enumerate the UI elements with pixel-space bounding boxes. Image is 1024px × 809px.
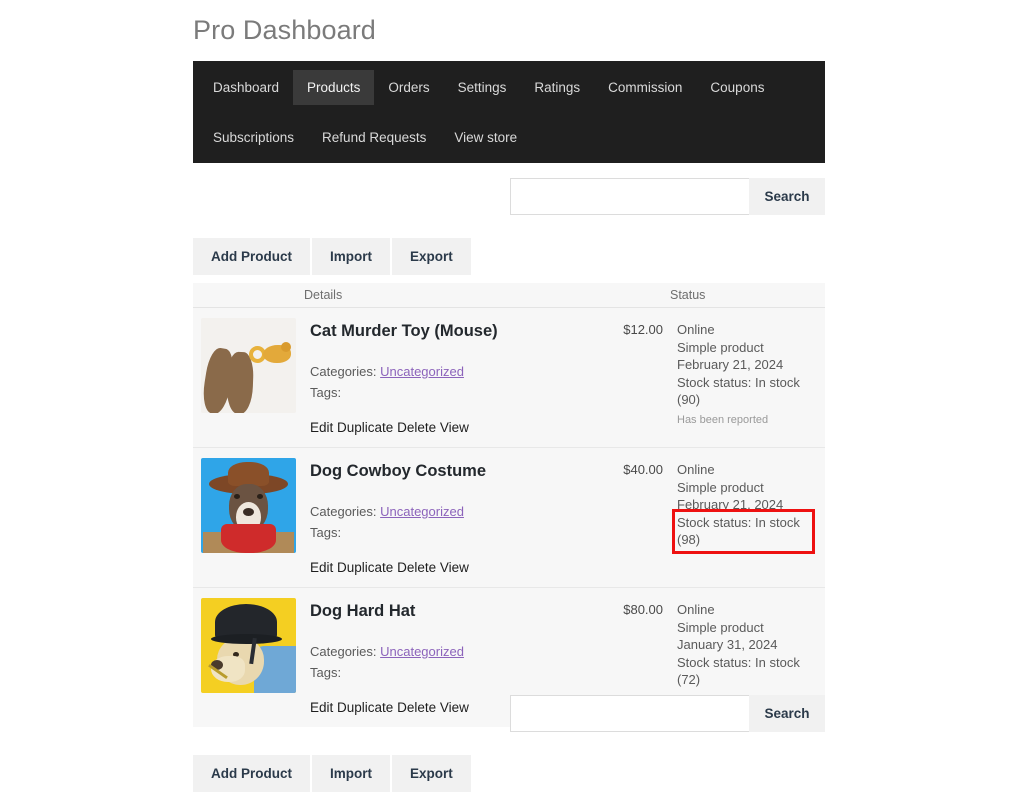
product-stock-status-highlighted: Stock status: In stock (98): [672, 508, 815, 554]
product-visibility: Online: [677, 322, 715, 337]
product-date: January 31, 2024: [677, 637, 778, 652]
import-button-top[interactable]: Import: [312, 238, 390, 275]
product-stock-status: Stock status: In stock (72): [677, 654, 800, 688]
reported-badge: Has been reported: [677, 413, 769, 426]
nav-row-secondary: Subscriptions Refund Requests View store: [193, 120, 825, 170]
search-bar-top: Search: [510, 178, 825, 215]
nav-item-subscriptions[interactable]: Subscriptions: [199, 120, 308, 155]
nav-item-products[interactable]: Products: [293, 70, 375, 105]
view-link[interactable]: View: [440, 420, 469, 435]
edit-link[interactable]: Edit: [310, 700, 333, 715]
products-table-header: Details Status: [193, 283, 825, 308]
product-thumbnail-cell: [193, 458, 304, 577]
edit-link[interactable]: Edit: [310, 560, 333, 575]
search-button-top[interactable]: Search: [749, 178, 825, 215]
duplicate-link[interactable]: Duplicate: [337, 560, 393, 575]
column-header-details: Details: [304, 288, 343, 302]
nav-item-orders[interactable]: Orders: [374, 70, 443, 105]
product-status: Online Simple product February 21, 2024 …: [667, 458, 825, 577]
product-price: $12.00: [623, 322, 663, 337]
table-row: Dog Cowboy Costume Categories: Uncategor…: [193, 448, 825, 588]
product-visibility: Online: [677, 462, 715, 477]
product-details: Cat Murder Toy (Mouse) Categories: Uncat…: [304, 318, 595, 437]
dog-hardhat-thumbnail[interactable]: [201, 598, 296, 693]
search-input-top[interactable]: [510, 178, 749, 215]
edit-link[interactable]: Edit: [310, 420, 333, 435]
cat-toy-thumbnail[interactable]: [201, 318, 296, 413]
view-link[interactable]: View: [440, 700, 469, 715]
product-visibility: Online: [677, 602, 715, 617]
product-tags-line: Tags:: [310, 522, 595, 543]
delete-link[interactable]: Delete: [397, 700, 436, 715]
dashboard-nav: Dashboard Products Orders Settings Ratin…: [193, 61, 825, 163]
import-button-bottom[interactable]: Import: [312, 755, 390, 792]
products-table: Details Status Cat Murder Toy (Mouse) Ca…: [193, 283, 825, 727]
add-product-button-bottom[interactable]: Add Product: [193, 755, 310, 792]
search-button-bottom[interactable]: Search: [749, 695, 825, 732]
product-tags-line: Tags:: [310, 382, 595, 403]
product-categories-line: Categories: Uncategorized: [310, 501, 595, 522]
product-status: Online Simple product February 21, 2024 …: [667, 318, 825, 437]
search-input-bottom[interactable]: [510, 695, 749, 732]
product-row-actions: Edit Duplicate Delete View: [310, 419, 595, 437]
nav-item-dashboard[interactable]: Dashboard: [199, 70, 293, 105]
export-button-bottom[interactable]: Export: [392, 755, 471, 792]
product-date: February 21, 2024: [677, 357, 784, 372]
nav-item-refund-requests[interactable]: Refund Requests: [308, 120, 440, 155]
nav-item-settings[interactable]: Settings: [444, 70, 521, 105]
delete-link[interactable]: Delete: [397, 420, 436, 435]
category-link[interactable]: Uncategorized: [380, 644, 464, 659]
category-link[interactable]: Uncategorized: [380, 504, 464, 519]
product-tags-line: Tags:: [310, 662, 595, 683]
nav-item-view-store[interactable]: View store: [440, 120, 531, 155]
search-bar-bottom: Search: [510, 695, 825, 732]
product-meta: Categories: Uncategorized Tags:: [310, 501, 595, 543]
product-meta: Categories: Uncategorized Tags:: [310, 641, 595, 683]
product-type: Simple product: [677, 339, 764, 355]
tags-label: Tags:: [310, 385, 342, 400]
duplicate-link[interactable]: Duplicate: [337, 420, 393, 435]
product-meta: Categories: Uncategorized Tags:: [310, 361, 595, 403]
export-button-top[interactable]: Export: [392, 238, 471, 275]
tags-label: Tags:: [310, 665, 342, 680]
tags-label: Tags:: [310, 525, 342, 540]
nav-row-primary: Dashboard Products Orders Settings Ratin…: [193, 70, 825, 120]
pro-dashboard-page: Pro Dashboard Dashboard Products Orders …: [0, 0, 1024, 809]
categories-label: Categories:: [310, 364, 377, 379]
product-details: Dog Cowboy Costume Categories: Uncategor…: [304, 458, 595, 577]
product-type: Simple product: [677, 479, 764, 495]
product-stock-status: Stock status: In stock (90): [677, 374, 800, 408]
product-date: February 21, 2024: [677, 497, 784, 512]
toolbar-top: Add Product Import Export: [193, 238, 471, 275]
product-categories-line: Categories: Uncategorized: [310, 361, 595, 382]
dog-cowboy-thumbnail[interactable]: [201, 458, 296, 553]
product-title[interactable]: Dog Hard Hat: [310, 600, 595, 622]
view-link[interactable]: View: [440, 560, 469, 575]
product-thumbnail-cell: [193, 598, 304, 717]
column-header-status: Status: [670, 288, 706, 302]
page-title: Pro Dashboard: [193, 15, 376, 45]
nav-item-coupons[interactable]: Coupons: [696, 70, 778, 105]
product-type: Simple product: [677, 619, 764, 635]
categories-label: Categories:: [310, 644, 377, 659]
product-title[interactable]: Dog Cowboy Costume: [310, 460, 595, 482]
product-categories-line: Categories: Uncategorized: [310, 641, 595, 662]
categories-label: Categories:: [310, 504, 377, 519]
product-title[interactable]: Cat Murder Toy (Mouse): [310, 320, 595, 342]
nav-item-commission[interactable]: Commission: [594, 70, 696, 105]
product-price: $40.00: [623, 462, 663, 477]
category-link[interactable]: Uncategorized: [380, 364, 464, 379]
nav-item-ratings[interactable]: Ratings: [520, 70, 594, 105]
product-row-actions: Edit Duplicate Delete View: [310, 559, 595, 577]
delete-link[interactable]: Delete: [397, 560, 436, 575]
table-row: Cat Murder Toy (Mouse) Categories: Uncat…: [193, 308, 825, 448]
product-thumbnail-cell: [193, 318, 304, 437]
toolbar-bottom: Add Product Import Export: [193, 755, 471, 792]
duplicate-link[interactable]: Duplicate: [337, 700, 393, 715]
add-product-button-top[interactable]: Add Product: [193, 238, 310, 275]
